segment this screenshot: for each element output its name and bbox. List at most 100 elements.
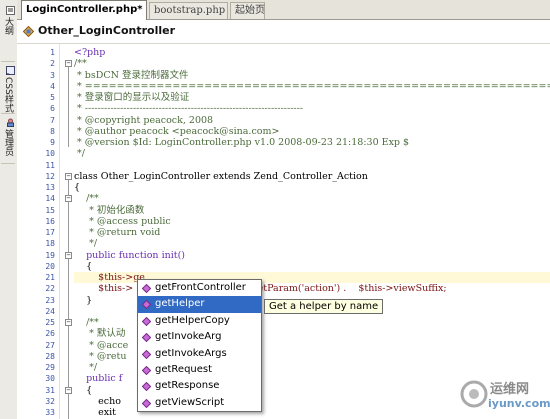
code-line[interactable]: class Other_LoginController extends Zend… <box>74 171 550 182</box>
css-icon: C <box>6 66 15 75</box>
autocomplete-item-label: getHelperCopy <box>155 314 230 326</box>
line-number: 23 <box>45 295 55 305</box>
fold-guide <box>68 326 69 371</box>
method-icon <box>142 316 151 326</box>
watermark-url: iyunv.com <box>488 397 550 410</box>
code-line[interactable]: { <box>74 261 550 272</box>
autocomplete-item-label: getResponse <box>155 380 220 392</box>
code-line[interactable] <box>74 160 550 171</box>
code-line[interactable]: * --------------------------------------… <box>74 103 550 114</box>
method-icon <box>142 349 151 359</box>
line-number: 15 <box>45 205 55 215</box>
line-number: 28 <box>45 351 55 361</box>
autocomplete-item[interactable]: getFrontController <box>138 280 261 296</box>
method-icon <box>142 365 151 375</box>
line-number: 20 <box>45 261 55 271</box>
line-number: 9 <box>50 138 55 147</box>
class-icon <box>23 26 34 37</box>
line-number: 3 <box>50 70 55 80</box>
code-line[interactable]: * @copyright peacock, 2008 <box>74 115 550 126</box>
method-icon <box>142 333 151 343</box>
line-number: 4 <box>50 81 55 91</box>
fold-guide <box>68 67 69 147</box>
autocomplete-item[interactable]: getHelper <box>138 296 261 313</box>
autocomplete-popup[interactable]: getFrontController getHelper getHelperCopy… <box>137 279 262 412</box>
line-number: 33 <box>45 408 55 417</box>
fold-toggle-icon[interactable]: − <box>65 60 72 67</box>
class-name: Other_LoginController <box>38 24 175 37</box>
line-number: 1 <box>50 48 55 57</box>
line-number: 7 <box>50 115 55 125</box>
fold-toggle-icon[interactable]: − <box>65 252 72 259</box>
line-number: 27 <box>45 340 55 350</box>
line-number: 2 <box>50 59 55 69</box>
watermark-logo: 运维网 iyunv.com <box>460 374 550 416</box>
autocomplete-item[interactable]: getHelperCopy <box>138 313 261 329</box>
code-line[interactable]: * 登录窗口的显示以及验证 <box>74 92 550 103</box>
line-number: 8 <box>50 126 55 136</box>
side-tab-manager[interactable]: 管理员 <box>1 116 15 164</box>
code-line[interactable]: * @author peacock <peacock@sina.com> <box>74 126 550 137</box>
watermark-icon <box>460 380 488 408</box>
autocomplete-item-label: getFrontController <box>155 282 246 293</box>
line-number: 22 <box>45 284 55 294</box>
autocomplete-item[interactable]: getResponse <box>138 378 261 394</box>
line-number: 25 <box>45 318 55 327</box>
line-number: 17 <box>45 228 55 237</box>
line-number: 26 <box>45 329 55 339</box>
side-tab-css-label: CSS样式 <box>3 77 13 113</box>
autocomplete-item[interactable]: getViewScript <box>138 395 261 411</box>
line-number: 29 <box>45 363 55 372</box>
tab-login-controller[interactable]: LoginController.php* <box>21 0 147 20</box>
autocomplete-item[interactable]: getInvokeArg <box>138 329 261 345</box>
line-number: 30 <box>45 374 55 384</box>
tab-start-page[interactable]: 起始页 <box>230 2 265 19</box>
line-number: 31 <box>45 385 55 395</box>
code-line[interactable]: /** <box>74 58 550 69</box>
code-line[interactable]: * @version $Id: LoginController.php v1.0… <box>74 137 550 148</box>
autocomplete-item[interactable]: getInvokeArgs <box>138 346 261 362</box>
code-line[interactable]: * 初始化函数 <box>74 205 550 216</box>
code-line[interactable]: * @return void <box>74 227 550 238</box>
line-number: 19 <box>45 250 55 260</box>
line-number: 12 <box>45 171 55 181</box>
tab-bootstrap[interactable]: bootstrap.php <box>149 2 228 19</box>
svg-text:C: C <box>6 73 11 75</box>
code-line[interactable]: */ <box>74 238 550 249</box>
method-icon <box>142 284 151 293</box>
line-number: 5 <box>50 93 55 102</box>
autocomplete-item-label: getInvokeArg <box>155 331 222 343</box>
code-line[interactable]: public function init() <box>74 250 550 261</box>
fold-toggle-icon[interactable]: − <box>65 387 72 394</box>
autocomplete-item-label: getViewScript <box>155 396 225 408</box>
autocomplete-item[interactable]: getRequest <box>138 362 261 378</box>
code-editor[interactable]: 1 2 3 4 5 6 7 8 9 10 11 12 13 14 15 16 17 18 19 20 21 22 23 24 2… <box>17 44 550 419</box>
fold-toggle-icon[interactable]: − <box>65 319 72 326</box>
fold-guide <box>68 202 69 247</box>
fold-toggle-icon[interactable]: − <box>65 173 72 180</box>
line-number: 24 <box>45 306 55 316</box>
file-tab-bar: LoginController.php* bootstrap.php 起始页 <box>17 0 550 20</box>
manager-icon <box>7 118 14 127</box>
line-number: 13 <box>45 183 55 192</box>
code-line[interactable]: * @access public <box>74 216 550 227</box>
line-number: 14 <box>45 194 55 204</box>
code-line[interactable]: * bsDCN 登录控制器文件 <box>74 70 550 81</box>
watermark-title: 运维网 <box>490 382 530 397</box>
code-line[interactable]: <?php <box>74 47 550 58</box>
side-tab-outline[interactable]: 大纲 <box>1 4 15 62</box>
line-number-gutter: 1 2 3 4 5 6 7 8 9 10 11 12 13 14 15 16 17 18 19 20 21 22 23 24 2… <box>17 44 60 419</box>
side-tab-manager-label: 管理员 <box>3 129 13 156</box>
line-numbers: 1 2 3 4 5 6 7 8 9 10 11 12 13 14 15 16 17 18 19 20 21 22 23 24 2… <box>17 47 55 419</box>
line-number: 18 <box>45 239 55 249</box>
side-panel-strip: 大纲 C CSS样式 管理员 <box>0 0 18 419</box>
side-tab-css[interactable]: C CSS样式 <box>1 64 15 114</box>
code-line[interactable]: */ <box>74 148 550 159</box>
code-line[interactable]: /** <box>74 193 550 204</box>
line-number: 32 <box>45 396 55 406</box>
code-line[interactable]: { <box>74 182 550 193</box>
code-line[interactable]: * ======================================… <box>74 81 550 92</box>
class-navigator[interactable]: Other_LoginController <box>17 20 550 44</box>
outline-icon <box>6 6 15 15</box>
fold-toggle-icon[interactable]: − <box>65 195 72 202</box>
